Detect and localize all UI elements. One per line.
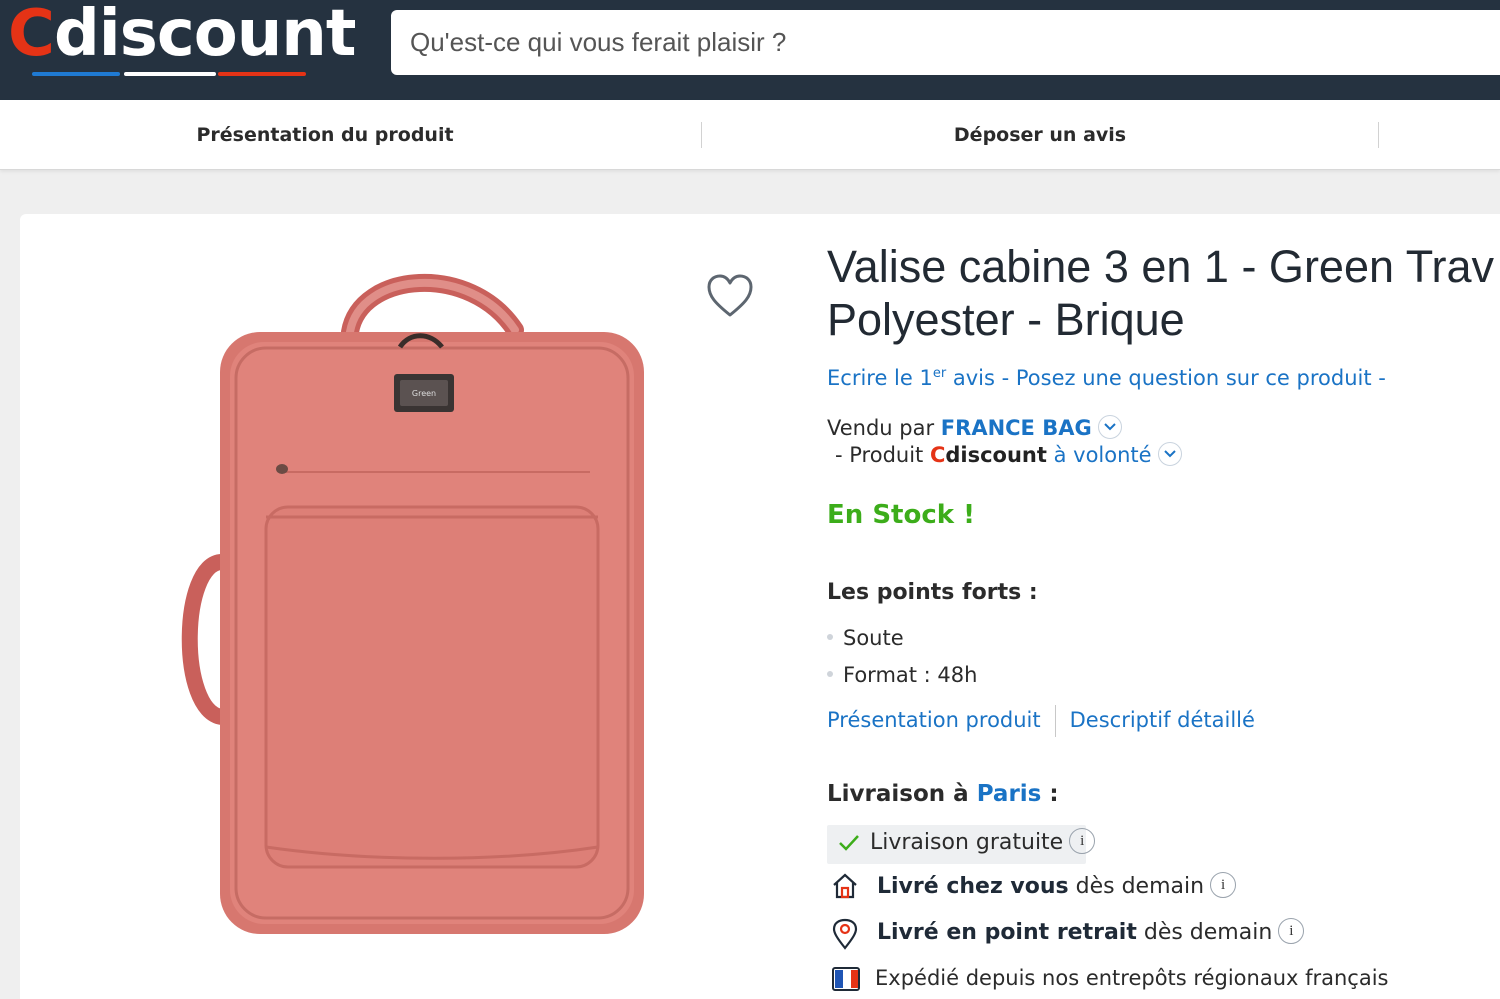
chevron-down-icon[interactable] bbox=[1157, 442, 1182, 466]
bullet-dot bbox=[827, 634, 833, 640]
sold-by-label: Vendu par bbox=[827, 416, 941, 440]
info-icon[interactable]: i bbox=[1210, 872, 1237, 898]
product-title: Valise cabine 3 en 1 - Green Trav Polyes… bbox=[827, 240, 1500, 346]
product-title-line2: Polyester - Brique bbox=[827, 294, 1185, 345]
logo-underline-blue bbox=[32, 72, 120, 76]
french-flag-icon bbox=[832, 967, 860, 991]
write-first-review-link[interactable]: Ecrire le 1er avis bbox=[827, 366, 995, 390]
review-separator: - bbox=[1371, 366, 1386, 390]
home-delivery: Livré chez vous dès demain i bbox=[877, 872, 1237, 900]
logo-underline-red bbox=[218, 72, 306, 76]
check-icon bbox=[839, 835, 859, 851]
info-icon[interactable]: i bbox=[1069, 828, 1096, 854]
heart-icon[interactable] bbox=[705, 272, 755, 320]
a-volonte-link[interactable]: à volonté bbox=[1047, 443, 1152, 467]
highlight-item: Soute bbox=[827, 626, 904, 650]
tab-product-presentation[interactable]: Présentation du produit bbox=[110, 100, 540, 170]
cd-logo-text: discount bbox=[945, 443, 1047, 467]
tab-write-review[interactable]: Déposer un avis bbox=[830, 100, 1250, 170]
logo-c: C bbox=[8, 0, 55, 71]
sold-by: Vendu par FRANCE BAG bbox=[827, 415, 1122, 441]
delivery-city-link[interactable]: Paris bbox=[977, 781, 1042, 807]
cdiscount-a-volonte: - Produit Cdiscount à volonté bbox=[835, 442, 1182, 468]
detailed-description-link[interactable]: Descriptif détaillé bbox=[1070, 708, 1255, 732]
search-input[interactable] bbox=[391, 10, 1500, 75]
free-delivery: Livraison gratuite i bbox=[870, 828, 1096, 856]
product-title-line1: Valise cabine 3 en 1 - Green Trav bbox=[827, 241, 1495, 292]
bullet-dot bbox=[827, 671, 833, 677]
stock-status: En Stock ! bbox=[827, 500, 975, 530]
highlights-title: Les points forts : bbox=[827, 580, 1038, 605]
location-pin-icon bbox=[832, 918, 858, 950]
subnav-divider bbox=[1378, 122, 1379, 148]
link-divider bbox=[1054, 705, 1056, 737]
seller-name-link[interactable]: FRANCE BAG bbox=[941, 416, 1092, 440]
cdiscount-logo[interactable]: Cdiscount bbox=[8, 0, 356, 74]
site-header: Cdiscount bbox=[0, 0, 1500, 100]
cd-logo-c: C bbox=[929, 443, 946, 467]
product-prefix: - Produit bbox=[835, 443, 930, 467]
logo-text: discount bbox=[53, 0, 356, 71]
review-links: Ecrire le 1er avis - Posez une question … bbox=[827, 366, 1386, 390]
shipped-from: Expédié depuis nos entrepôts régionaux f… bbox=[875, 966, 1389, 990]
chevron-down-icon[interactable] bbox=[1097, 415, 1122, 439]
product-image[interactable]: Green bbox=[170, 262, 660, 942]
logo-underline-white bbox=[124, 72, 216, 76]
subnav-divider bbox=[701, 122, 702, 148]
product-subnav: Présentation du produit Déposer un avis bbox=[0, 100, 1500, 170]
svg-text:Green: Green bbox=[412, 389, 436, 398]
pickup-delivery: Livré en point retrait dès demain i bbox=[877, 918, 1305, 946]
delivery-title: Livraison à Paris : bbox=[827, 781, 1059, 807]
ask-question-link[interactable]: Posez une question sur ce produit bbox=[1016, 366, 1372, 390]
highlight-item: Format : 48h bbox=[827, 663, 977, 687]
highlight-links: Présentation produit Descriptif détaillé bbox=[827, 705, 1255, 737]
review-separator: - bbox=[994, 366, 1016, 390]
info-icon[interactable]: i bbox=[1278, 918, 1305, 944]
product-presentation-link[interactable]: Présentation produit bbox=[827, 708, 1041, 732]
home-icon bbox=[833, 873, 857, 899]
